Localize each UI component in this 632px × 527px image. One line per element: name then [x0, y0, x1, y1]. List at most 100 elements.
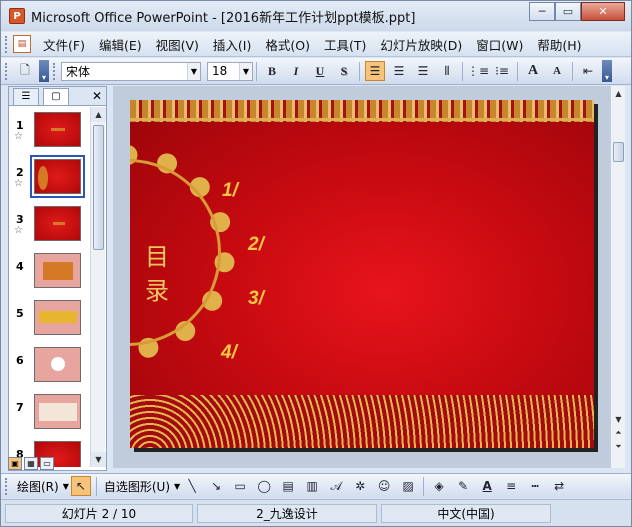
toolbar-grip-handle-2[interactable]	[53, 62, 57, 80]
align-right-icon[interactable]: ☰	[413, 61, 433, 81]
toolbar-grip-handle[interactable]	[5, 62, 9, 80]
menu-format[interactable]: 格式(O)	[259, 35, 318, 54]
toolbar-overflow-button[interactable]: ▾	[39, 60, 49, 82]
scrollbar-thumb[interactable]	[93, 125, 104, 250]
chevron-down-icon[interactable]: ▼	[187, 62, 200, 80]
font-name-select[interactable]: 宋体 ▼	[61, 61, 201, 81]
pane-close-button[interactable]: ✕	[92, 89, 102, 103]
rectangle-tool-icon[interactable]: ▭	[230, 476, 250, 496]
align-center-icon[interactable]: ☰	[389, 61, 409, 81]
clipart-icon[interactable]: ☺	[374, 476, 394, 496]
scroll-up-icon[interactable]: ▲	[611, 86, 626, 101]
toc-item-3[interactable]: 3/	[248, 288, 264, 310]
status-bar: 幻灯片 2 / 10 2_九逸设计 中文(中国)	[1, 499, 631, 526]
tab-outline[interactable]: ☰	[13, 87, 39, 105]
slide-thumbnail[interactable]	[34, 112, 81, 147]
slide-thumbnail-row[interactable]: 5	[9, 295, 89, 342]
autoshapes-menu-button[interactable]: 自选图形(U)	[100, 478, 174, 495]
slide-thumbnail-row[interactable]: 2 ☆	[9, 154, 89, 201]
menu-insert[interactable]: 插入(I)	[207, 35, 259, 54]
picture-icon[interactable]: ▨	[398, 476, 418, 496]
line-style-icon[interactable]: ≡	[501, 476, 521, 496]
dash-style-icon[interactable]: ┅	[525, 476, 545, 496]
document-icon[interactable]: ▤	[13, 35, 31, 53]
toolbar-overflow-button[interactable]: ▾	[602, 60, 612, 82]
chevron-down-icon[interactable]: ▼	[174, 482, 180, 491]
arrow-style-icon[interactable]: ⇄	[549, 476, 569, 496]
menu-view[interactable]: 视图(V)	[150, 35, 207, 54]
slide-scrollbar[interactable]: ▲ ▼ ⏶ ⏷	[610, 86, 625, 468]
slide-thumbnail-row[interactable]: 7	[9, 389, 89, 436]
slide-thumbnail-selected[interactable]	[30, 155, 85, 198]
toolbar-separator	[572, 61, 573, 81]
italic-button[interactable]: I	[286, 61, 306, 81]
minimize-button[interactable]: ─	[529, 2, 555, 21]
oval-tool-icon[interactable]: ◯	[254, 476, 274, 496]
toc-item-1[interactable]: 1/	[222, 180, 238, 202]
wordart-icon[interactable]: 𝒜	[326, 476, 346, 496]
slide-thumbnail-row[interactable]: 6	[9, 342, 89, 389]
scroll-up-icon[interactable]: ▲	[91, 107, 106, 122]
slide-thumbnail-row[interactable]: 4	[9, 248, 89, 295]
slide-thumbnail[interactable]	[34, 300, 81, 335]
arrow-tool-icon[interactable]: ↘	[206, 476, 226, 496]
vertical-textbox-icon[interactable]: ▥	[302, 476, 322, 496]
normal-view-icon[interactable]: ▣	[8, 457, 22, 470]
slide-sorter-view-icon[interactable]: ▦	[24, 457, 38, 470]
font-size-select[interactable]: 18 ▼	[207, 61, 253, 81]
decrease-indent-icon[interactable]: ⇤	[578, 61, 598, 81]
underline-button[interactable]: U	[310, 61, 330, 81]
line-color-icon[interactable]: ✎	[453, 476, 473, 496]
toc-item-4[interactable]: 4/	[221, 342, 237, 364]
powerpoint-app-icon[interactable]: P	[9, 8, 25, 24]
drawing-grip-handle[interactable]	[5, 477, 9, 495]
textbox-tool-icon[interactable]: ▤	[278, 476, 298, 496]
grow-font-button[interactable]: A	[523, 61, 543, 81]
bold-button[interactable]: B	[262, 61, 282, 81]
toc-item-2[interactable]: 2/	[248, 234, 264, 256]
shadow-button[interactable]: S	[334, 61, 354, 81]
menu-window[interactable]: 窗口(W)	[470, 35, 531, 54]
slide-thumbnails: 1 ☆ 2 ☆ 3 ☆ 4 5 6 7 8	[9, 107, 89, 467]
menu-help[interactable]: 帮助(H)	[531, 35, 589, 54]
toolbar-separator	[256, 61, 257, 81]
slides-pane: ☰ ▢ ✕ 1 ☆ 2 ☆ 3 ☆ 4 5 6 7 8 ▲ ▼	[8, 86, 107, 471]
new-document-icon[interactable]: 🗋	[15, 61, 35, 81]
font-color-icon[interactable]: A	[477, 476, 497, 496]
menu-file[interactable]: 文件(F)	[37, 35, 93, 54]
chevron-down-icon[interactable]: ▼	[63, 482, 69, 491]
slide-thumbnail[interactable]	[34, 253, 81, 288]
select-objects-icon[interactable]: ↖	[70, 476, 91, 496]
tab-slides[interactable]: ▢	[43, 87, 69, 105]
previous-slide-icon[interactable]: ⏶	[611, 426, 626, 440]
slide-thumbnail[interactable]	[34, 394, 81, 429]
slides-pane-scrollbar[interactable]: ▲ ▼	[90, 107, 106, 467]
slide-thumbnail-row[interactable]: 3 ☆	[9, 201, 89, 248]
numbering-icon[interactable]: ⋮≡	[467, 61, 489, 81]
current-slide[interactable]: 目录 1/ 2/ 3/ 4/	[130, 100, 594, 448]
slideshow-view-icon[interactable]: ▭	[40, 457, 54, 470]
line-tool-icon[interactable]: ╲	[182, 476, 202, 496]
next-slide-icon[interactable]: ⏷	[611, 440, 626, 454]
menu-slideshow[interactable]: 幻灯片放映(D)	[374, 35, 470, 54]
close-button[interactable]: ✕	[581, 2, 625, 21]
menu-grip-handle[interactable]	[5, 35, 9, 53]
align-left-icon[interactable]: ☰	[365, 61, 385, 81]
scroll-down-icon[interactable]: ▼	[611, 412, 626, 426]
slide-thumbnail[interactable]	[34, 347, 81, 382]
fill-color-icon[interactable]: ◈	[429, 476, 449, 496]
vertical-text-icon[interactable]: ⫴	[437, 61, 457, 81]
shrink-font-button[interactable]: A	[547, 61, 567, 81]
slide-thumbnail-row[interactable]: 1 ☆	[9, 107, 89, 154]
restore-button[interactable]: ▭	[555, 2, 581, 21]
toc-title[interactable]: 目录	[144, 240, 170, 308]
slide-thumbnail[interactable]	[34, 206, 81, 241]
chevron-down-icon[interactable]: ▼	[239, 62, 252, 80]
menu-tools[interactable]: 工具(T)	[318, 35, 374, 54]
menu-edit[interactable]: 编辑(E)	[93, 35, 150, 54]
scroll-down-icon[interactable]: ▼	[91, 452, 106, 467]
draw-menu-button[interactable]: 绘图(R)	[13, 478, 63, 495]
diagram-icon[interactable]: ✲	[350, 476, 370, 496]
bullets-icon[interactable]: ⁝≡	[492, 61, 512, 81]
scrollbar-thumb[interactable]	[613, 142, 624, 162]
